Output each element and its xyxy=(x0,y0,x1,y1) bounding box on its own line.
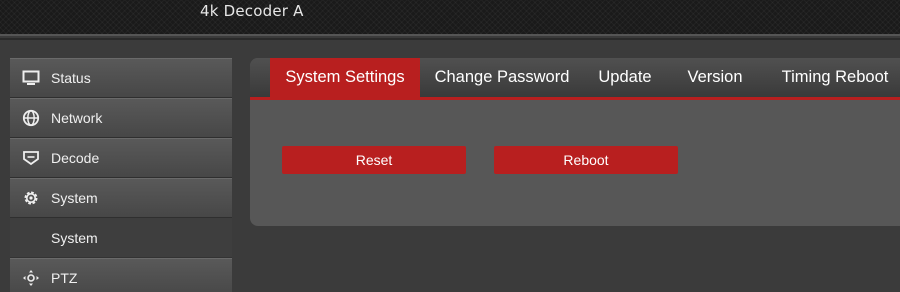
reboot-button[interactable]: Reboot xyxy=(494,146,678,174)
sidebar-item-ptz[interactable]: PTZ xyxy=(10,258,232,292)
sidebar-item-label: System xyxy=(51,190,98,206)
sidebar-item-network[interactable]: Network xyxy=(10,98,232,138)
tab-update[interactable]: Update xyxy=(588,58,662,97)
tab-version[interactable]: Version xyxy=(677,58,753,97)
sidebar-item-system[interactable]: System xyxy=(10,178,232,218)
tab-timing-reboot[interactable]: Timing Reboot xyxy=(775,58,895,97)
sidebar-item-decode[interactable]: Decode xyxy=(10,138,232,178)
top-header: 4k Decoder A xyxy=(0,0,900,36)
tab-bar: System Settings Change Password Update V… xyxy=(250,58,900,100)
sidebar-item-label: PTZ xyxy=(51,270,78,286)
monitor-icon xyxy=(21,68,41,88)
sidebar-subitem-label: System xyxy=(51,229,98,246)
sidebar-subitem-system[interactable]: System xyxy=(10,218,232,258)
globe-icon xyxy=(21,108,41,128)
sidebar-item-label: Network xyxy=(51,110,103,126)
ptz-icon xyxy=(21,268,41,288)
sidebar: Status Network Decode System System PTZ xyxy=(10,58,232,292)
header-divider xyxy=(0,38,900,40)
reset-button[interactable]: Reset xyxy=(282,146,466,174)
tab-system-settings[interactable]: System Settings xyxy=(270,58,420,97)
sidebar-item-status[interactable]: Status xyxy=(10,58,232,98)
device-title: 4k Decoder A xyxy=(200,2,304,20)
sidebar-item-label: Status xyxy=(51,70,91,86)
sidebar-item-label: Decode xyxy=(51,150,100,166)
decode-icon xyxy=(21,148,41,168)
gear-icon xyxy=(21,188,41,208)
tab-change-password[interactable]: Change Password xyxy=(428,58,576,97)
settings-panel: System Settings Change Password Update V… xyxy=(250,58,900,226)
